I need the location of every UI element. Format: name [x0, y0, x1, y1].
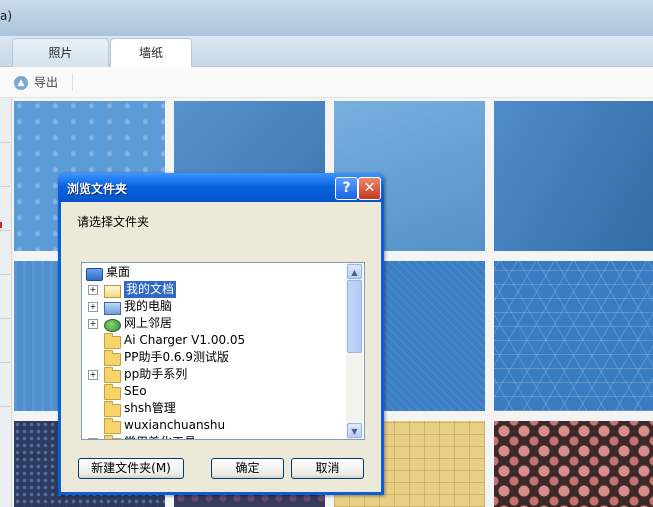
tree-item[interactable]: Ai Charger V1.00.05 — [82, 332, 346, 349]
expand-icon[interactable]: + — [88, 438, 98, 439]
scroll-thumb[interactable] — [347, 280, 362, 353]
scroll-up-arrow-icon[interactable]: ▲ — [347, 264, 362, 279]
tree-item[interactable]: wuxianchuanshu — [82, 417, 346, 434]
sidebar-divider — [0, 274, 10, 275]
folder-icon — [104, 384, 121, 400]
expand-icon[interactable]: + — [88, 370, 98, 380]
dialog-body: 请选择文件夹 桌面 + 我的文档 + 我的电脑 + 网上邻居 Ai Charger V1.00… — [61, 202, 381, 492]
export-button[interactable]: ▲ 导出 — [14, 73, 58, 91]
tree-item-label: 我的文档 — [124, 281, 177, 298]
folder-icon — [104, 350, 121, 366]
tree-item[interactable]: shsh管理 — [82, 400, 346, 417]
folder-tree[interactable]: 桌面 + 我的文档 + 我的电脑 + 网上邻居 Ai Charger V1.00.05 PP助手… — [81, 262, 365, 440]
tree-item[interactable]: + 网上邻居 — [82, 315, 346, 332]
ok-button[interactable]: 确定 — [211, 458, 284, 479]
scroll-down-arrow-icon[interactable]: ▼ — [347, 423, 362, 438]
tab-bar: 照片 墙纸 — [0, 36, 653, 68]
tree-item[interactable]: + 我的电脑 — [82, 298, 346, 315]
wallpaper-thumb[interactable] — [494, 421, 653, 507]
tree-item-label: pp助手系列 — [124, 367, 188, 381]
tree-item-label: 常用美化工具 — [124, 434, 196, 439]
left-sidebar-edge — [0, 98, 12, 507]
sidebar-divider — [0, 406, 10, 407]
folder-tree-scrollbar[interactable]: ▲ ▼ — [346, 263, 363, 439]
tab-photos[interactable]: 照片 — [12, 38, 109, 67]
tree-item-label: PP助手0.6.9测试版 — [124, 350, 230, 364]
folder-icon — [104, 435, 121, 439]
tree-item[interactable]: + pp助手系列 — [82, 366, 346, 383]
my-documents-icon — [104, 285, 121, 298]
browse-folder-dialog: 浏览文件夹 ? ✕ 请选择文件夹 桌面 + 我的文档 + 我的电脑 + 网上邻居 Ai Cha… — [58, 173, 384, 495]
tree-item[interactable]: 桌面 — [82, 264, 346, 281]
sidebar-divider — [0, 318, 10, 319]
dialog-prompt: 请选择文件夹 — [77, 215, 150, 229]
tree-item[interactable]: + 常用美化工具 — [82, 434, 346, 439]
tree-item-label: SEo — [124, 384, 147, 398]
new-folder-button[interactable]: 新建文件夹(M) — [78, 458, 184, 479]
expand-icon[interactable]: + — [88, 285, 98, 295]
my-computer-icon — [104, 302, 121, 315]
sidebar-alert-mark — [0, 222, 2, 228]
app-title-fragment: a) — [0, 9, 13, 23]
toolbar: ▲ 导出 — [0, 67, 653, 98]
tree-item[interactable]: + 我的文档 — [82, 281, 346, 298]
close-button[interactable]: ✕ — [358, 177, 381, 200]
sidebar-divider — [0, 186, 10, 187]
sidebar-divider — [0, 362, 10, 363]
help-button[interactable]: ? — [335, 177, 358, 200]
dialog-title: 浏览文件夹 — [67, 182, 128, 196]
folder-tree-viewport: 桌面 + 我的文档 + 我的电脑 + 网上邻居 Ai Charger V1.00.05 PP助手… — [82, 263, 346, 439]
tree-item-label: 桌面 — [106, 265, 131, 279]
eject-icon: ▲ — [14, 75, 28, 90]
wallpaper-thumb[interactable] — [494, 101, 653, 251]
sidebar-divider — [0, 142, 10, 143]
expand-icon[interactable]: + — [88, 302, 98, 312]
cancel-button[interactable]: 取消 — [291, 458, 364, 479]
sidebar-divider — [0, 230, 10, 231]
tree-item-label: 我的电脑 — [124, 299, 173, 313]
tree-item-label: Ai Charger V1.00.05 — [124, 333, 246, 347]
toolbar-divider — [72, 73, 73, 91]
tree-item-label: 网上邻居 — [124, 316, 173, 330]
folder-icon — [104, 367, 121, 383]
folder-icon — [104, 401, 121, 417]
tree-item[interactable]: PP助手0.6.9测试版 — [82, 349, 346, 366]
folder-icon — [104, 333, 121, 349]
desktop-icon — [86, 268, 103, 281]
tab-wallpaper[interactable]: 墙纸 — [110, 38, 192, 68]
export-label: 导出 — [34, 75, 59, 90]
expand-icon[interactable]: + — [88, 319, 98, 329]
network-icon — [104, 319, 121, 332]
app-title-bar: a) — [0, 0, 653, 36]
wallpaper-thumb[interactable] — [494, 261, 653, 411]
dialog-title-bar[interactable]: 浏览文件夹 ? ✕ — [58, 173, 384, 202]
tree-item-label: wuxianchuanshu — [124, 418, 226, 432]
tree-item[interactable]: SEo — [82, 383, 346, 400]
folder-icon — [104, 418, 121, 434]
tree-item-label: shsh管理 — [124, 401, 176, 415]
